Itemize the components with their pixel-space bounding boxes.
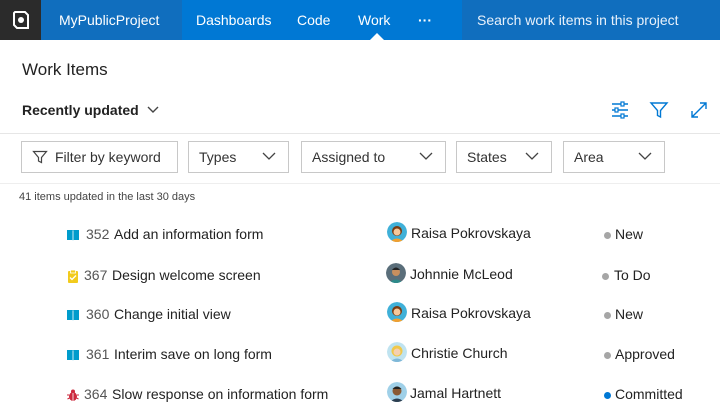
avatar (387, 342, 407, 362)
book-icon (67, 350, 79, 361)
work-item-row[interactable]: 367 Design welcome screen Johnnie McLeod… (0, 263, 720, 303)
filter-divider (0, 183, 720, 184)
work-item-state: New (615, 226, 644, 242)
nav-code[interactable]: Code (297, 0, 330, 40)
column-options-icon[interactable] (610, 100, 630, 120)
assignee-name: Raisa Pokrovskaya (411, 305, 531, 321)
book-icon (67, 310, 79, 321)
work-item-title[interactable]: Change initial view (114, 306, 231, 322)
chevron-down-icon (638, 152, 652, 160)
area-dropdown[interactable]: Area (563, 141, 665, 173)
assigned-to-label: Assigned to (312, 149, 386, 165)
work-item-id: 352 (86, 226, 110, 242)
avatar (386, 263, 406, 283)
work-item-title[interactable]: Design welcome screen (112, 267, 261, 283)
filter-icon[interactable] (649, 100, 669, 120)
view-selector[interactable]: Recently updated (22, 102, 159, 118)
types-dropdown[interactable]: Types (188, 141, 289, 173)
view-selector-label: Recently updated (22, 102, 139, 118)
work-item-id: 367 (84, 267, 108, 283)
chevron-down-icon (147, 106, 159, 113)
work-item-state: New (615, 306, 644, 322)
filter-funnel-icon (32, 150, 48, 164)
assigned-to-dropdown[interactable]: Assigned to (301, 141, 446, 173)
work-item-row[interactable]: 360 Change initial view Raisa Pokrovskay… (0, 302, 720, 342)
state-dot-icon (604, 352, 611, 359)
book-icon (67, 230, 79, 241)
work-item-row[interactable]: 361 Interim save on long form Christie C… (0, 342, 720, 382)
task-clipboard-icon (68, 269, 78, 283)
work-item-row[interactable]: 352 Add an information form Raisa Pokrov… (0, 222, 720, 262)
keyword-filter-placeholder: Filter by keyword (55, 149, 161, 165)
work-item-title[interactable]: Add an information form (114, 226, 263, 242)
nav-more[interactable]: ··· (418, 0, 432, 40)
state-dot-icon (604, 232, 611, 239)
avatar (387, 222, 407, 242)
work-item-state: Approved (615, 346, 675, 362)
avatar (387, 382, 407, 402)
assignee-name: Jamal Hartnett (410, 385, 502, 401)
work-item-id: 364 (84, 386, 108, 402)
azure-devops-logo[interactable] (0, 0, 41, 40)
search-input[interactable]: Search work items in this project (462, 0, 720, 40)
chevron-down-icon (525, 152, 539, 160)
state-dot-icon (604, 392, 611, 399)
results-summary: 41 items updated in the last 30 days (19, 191, 196, 203)
top-nav-bar: MyPublicProject Dashboards Code Work ···… (0, 0, 720, 40)
chevron-down-icon (262, 152, 276, 160)
nav-dashboards[interactable]: Dashboards (196, 0, 272, 40)
active-tab-indicator (370, 33, 384, 40)
work-item-title[interactable]: Slow response on information form (112, 386, 328, 402)
work-item-state: To Do (614, 267, 651, 283)
bug-icon (67, 389, 79, 401)
keyword-filter-input[interactable]: Filter by keyword (21, 141, 178, 173)
work-item-state: Committed (615, 386, 683, 402)
work-item-id: 360 (86, 306, 110, 322)
states-label: States (467, 149, 507, 165)
avatar (387, 302, 407, 322)
work-item-row[interactable]: 364 Slow response on information form Ja… (0, 382, 720, 411)
project-name[interactable]: MyPublicProject (41, 0, 182, 40)
states-dropdown[interactable]: States (456, 141, 552, 173)
assignee-name: Christie Church (411, 345, 508, 361)
fullscreen-icon[interactable] (689, 100, 709, 120)
area-label: Area (574, 149, 604, 165)
work-item-id: 361 (86, 346, 110, 362)
state-dot-icon (602, 273, 609, 280)
work-item-title[interactable]: Interim save on long form (114, 346, 272, 362)
assignee-name: Raisa Pokrovskaya (411, 225, 531, 241)
assignee-name: Johnnie McLeod (410, 266, 513, 282)
header-divider (0, 133, 720, 134)
types-label: Types (199, 149, 237, 165)
state-dot-icon (604, 312, 611, 319)
logo-icon (12, 11, 29, 29)
chevron-down-icon (419, 152, 433, 160)
page-title: Work Items (22, 60, 108, 79)
